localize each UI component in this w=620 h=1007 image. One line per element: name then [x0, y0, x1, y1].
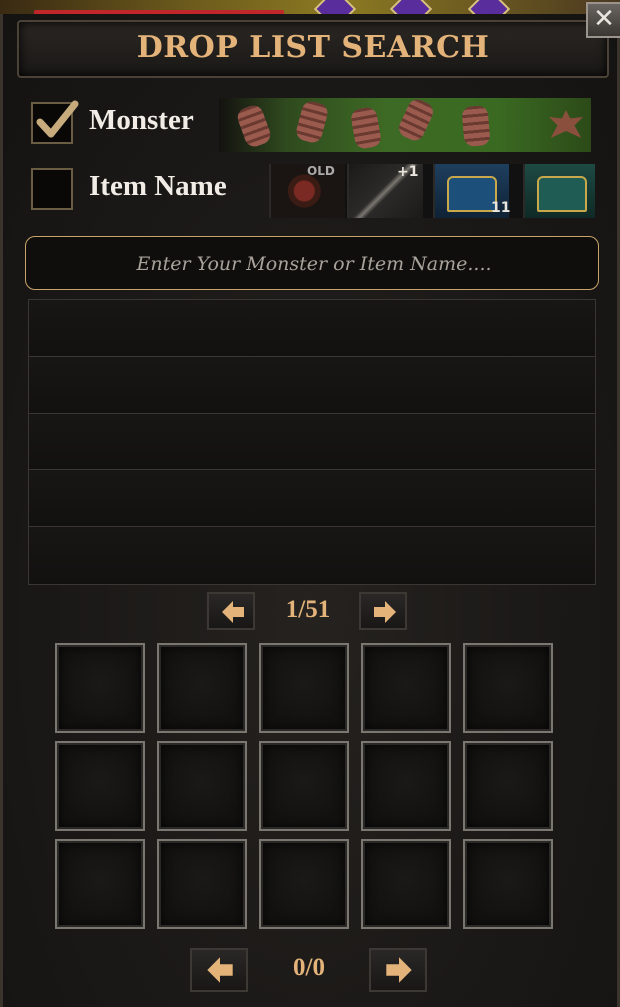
panel-title: DROP LIST SEARCH [136, 30, 490, 65]
monster-label: Monster [89, 104, 194, 136]
item-slot[interactable] [55, 741, 145, 831]
search-input[interactable] [26, 237, 602, 291]
list-item[interactable] [29, 527, 595, 584]
drop-item-grid [55, 643, 555, 933]
arrow-left-icon [207, 957, 233, 983]
list-item[interactable] [29, 413, 595, 471]
prev-page-button[interactable] [207, 592, 255, 630]
chest-item-icon [523, 164, 595, 218]
item-slot[interactable] [463, 839, 553, 929]
filter-row-item-name[interactable]: Item Name OLD +1 11 [29, 162, 595, 220]
item-banner-image: OLD +1 11 [269, 164, 595, 218]
list-item[interactable] [29, 470, 595, 528]
title-bar: DROP LIST SEARCH [17, 20, 609, 78]
search-input-frame [25, 236, 602, 291]
checkmark-icon [36, 100, 79, 138]
result-list [28, 299, 596, 585]
drops-page-indicator: 0/0 [293, 954, 325, 981]
item-slot[interactable] [463, 643, 553, 733]
item-name-checkbox[interactable] [31, 168, 73, 210]
results-pager: 1/51 [207, 592, 409, 636]
list-item[interactable] [29, 300, 595, 357]
item-slot[interactable] [55, 643, 145, 733]
prev-page-button[interactable] [190, 948, 248, 992]
monster-checkbox[interactable] [31, 100, 79, 144]
item-slot[interactable] [157, 741, 247, 831]
drops-pager: 0/0 [190, 948, 428, 992]
item-slot[interactable] [361, 741, 451, 831]
item-slot[interactable] [361, 643, 451, 733]
item-slot[interactable] [463, 741, 553, 831]
monster-banner-image [219, 98, 591, 152]
item-slot[interactable] [259, 643, 349, 733]
close-icon: ✕ [593, 4, 615, 34]
item-slot[interactable] [55, 839, 145, 929]
ring-item-icon: OLD [269, 164, 345, 218]
arrow-right-icon [374, 601, 396, 623]
bow-item-icon: +1 [347, 164, 423, 218]
arrow-left-icon [222, 601, 244, 623]
arrow-right-icon [386, 957, 412, 983]
item-slot[interactable] [157, 839, 247, 929]
drop-list-search-panel: DROP LIST SEARCH Monster Item Name OLD + [0, 14, 620, 1007]
item-slot[interactable] [361, 839, 451, 929]
item-name-label: Item Name [89, 170, 227, 202]
results-page-indicator: 1/51 [285, 596, 331, 623]
item-slot[interactable] [259, 741, 349, 831]
next-page-button[interactable] [369, 948, 427, 992]
close-button[interactable]: ✕ [586, 2, 620, 38]
next-page-button[interactable] [359, 592, 407, 630]
filter-row-monster[interactable]: Monster [29, 96, 595, 154]
chest-item-icon: 11 [433, 164, 510, 218]
item-slot[interactable] [259, 839, 349, 929]
list-item[interactable] [29, 356, 595, 414]
item-slot[interactable] [157, 643, 247, 733]
